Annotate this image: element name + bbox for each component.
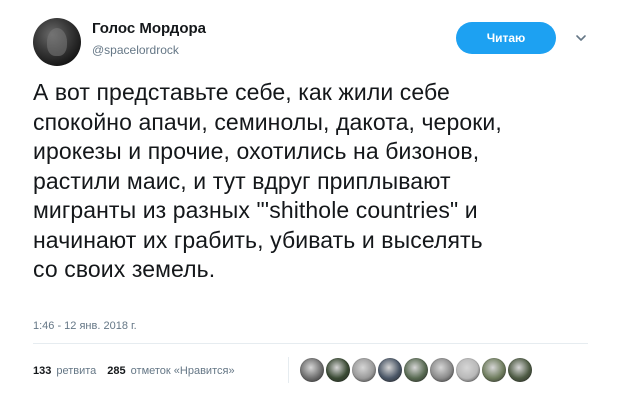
timestamp[interactable]: 1:46 - 12 янв. 2018 г.	[33, 320, 137, 332]
retweets-label[interactable]: ретвита	[56, 365, 96, 377]
retweets-count[interactable]: 133	[33, 365, 51, 377]
liker-avatar[interactable]	[456, 358, 480, 382]
likes-label[interactable]: отметок «Нравится»	[131, 365, 235, 377]
liker-avatar[interactable]	[352, 358, 376, 382]
avatar-figure	[47, 28, 67, 56]
liker-avatar[interactable]	[404, 358, 428, 382]
tweet-card: Голос Мордора @spacelordrock Читаю А вот…	[0, 0, 626, 409]
liker-avatar[interactable]	[482, 358, 506, 382]
liker-avatar[interactable]	[300, 358, 324, 382]
tweet-text: А вот представьте себе, как жили себе сп…	[33, 79, 502, 282]
display-name[interactable]: Голос Мордора	[92, 20, 206, 37]
handle[interactable]: @spacelordrock	[92, 43, 179, 57]
divider	[33, 343, 588, 344]
liker-avatar[interactable]	[326, 358, 350, 382]
liker-avatar[interactable]	[430, 358, 454, 382]
liker-avatar[interactable]	[378, 358, 402, 382]
follow-button[interactable]: Читаю	[456, 22, 556, 54]
likers-avatars	[300, 358, 532, 382]
likes-count[interactable]: 285	[107, 365, 125, 377]
chevron-down-icon[interactable]	[575, 32, 587, 44]
avatar[interactable]	[33, 18, 81, 66]
liker-avatar[interactable]	[508, 358, 532, 382]
tweet-stats: 133 ретвита 285 отметок «Нравится»	[33, 363, 241, 379]
stats-divider	[288, 357, 289, 383]
